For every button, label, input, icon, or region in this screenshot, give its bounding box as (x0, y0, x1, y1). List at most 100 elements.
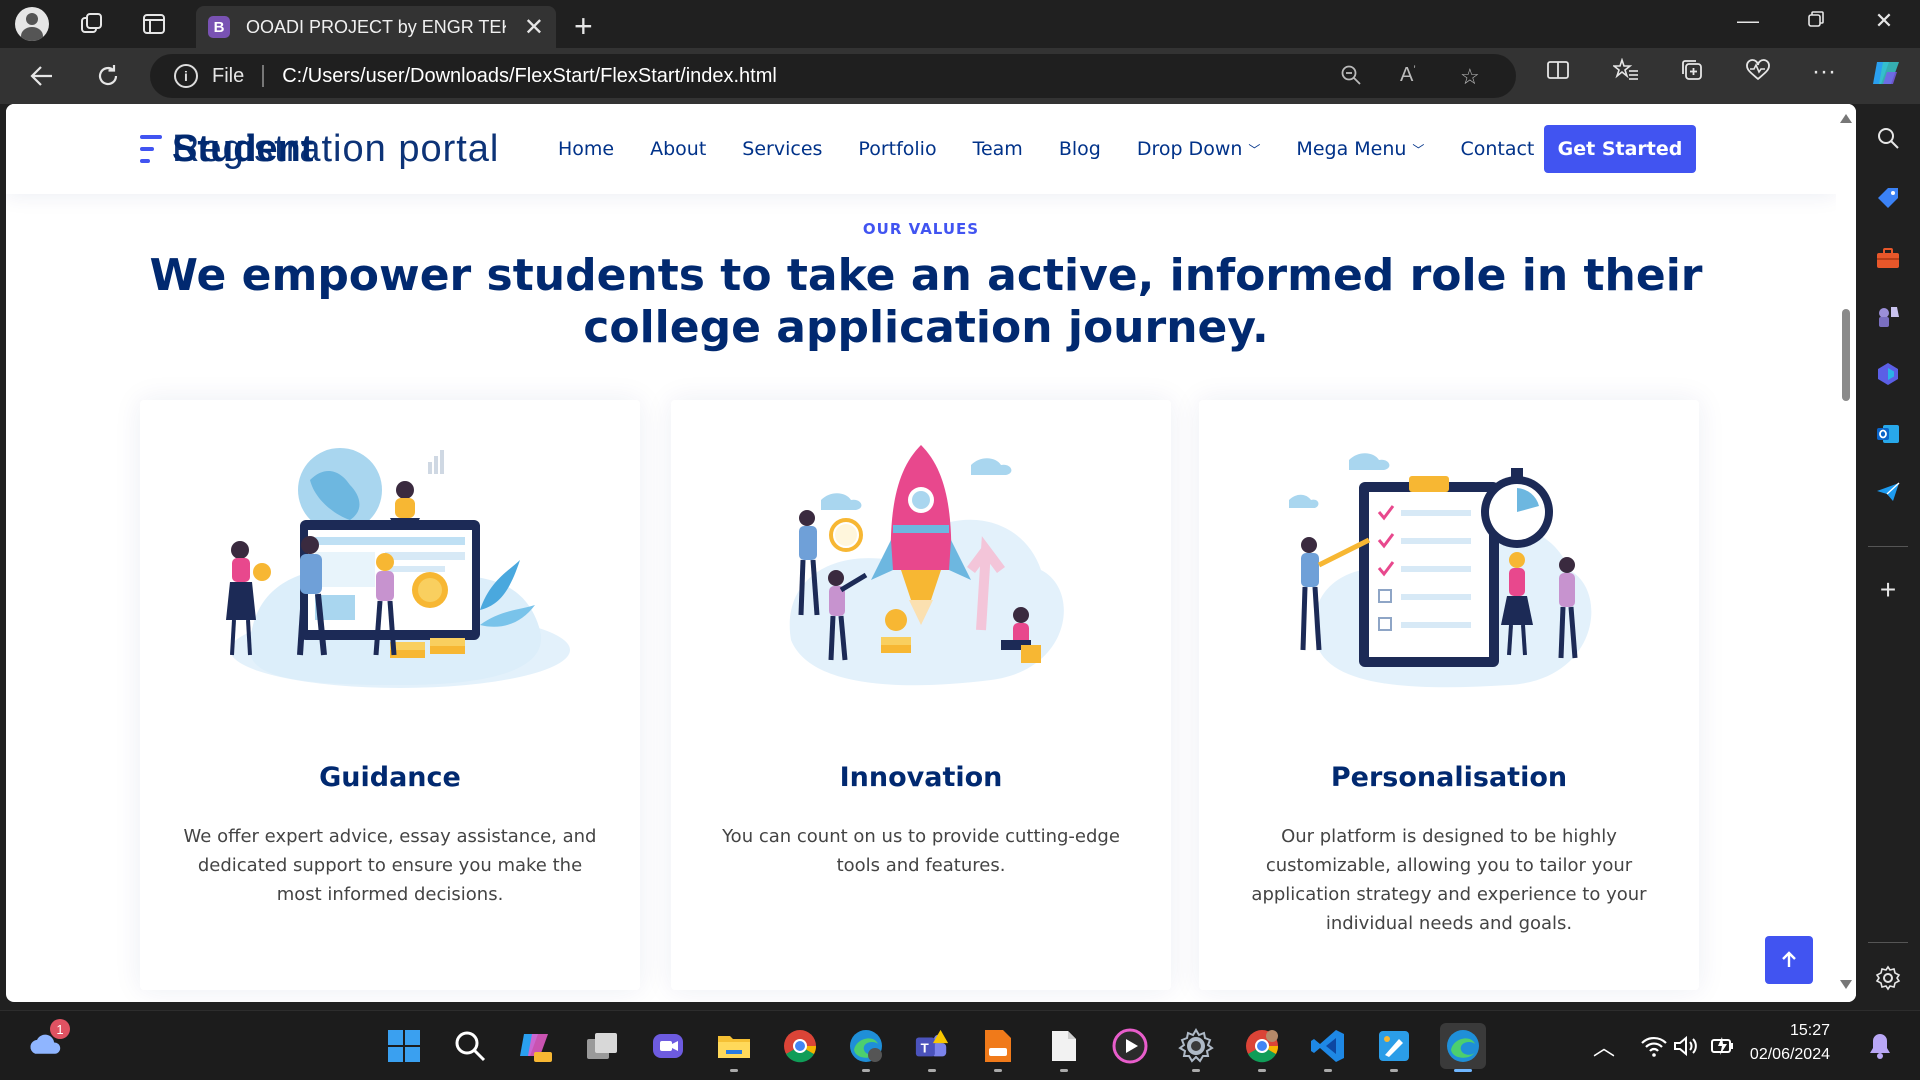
card-title: Guidance (319, 762, 461, 793)
nav-about[interactable]: About (650, 138, 706, 160)
profile-icon[interactable] (14, 6, 50, 42)
paint-icon[interactable] (1376, 1028, 1412, 1064)
site-info-icon[interactable]: i (174, 64, 198, 88)
close-window-icon[interactable]: ✕ (1864, 8, 1904, 34)
back-to-top-button[interactable] (1765, 936, 1813, 984)
settings-gear-icon[interactable] (1178, 1028, 1214, 1064)
chrome-profile-icon[interactable] (1244, 1028, 1280, 1064)
browser-essentials-icon[interactable] (1740, 58, 1776, 89)
url-text[interactable]: C:/Users/user/Downloads/FlexStart/FlexSt… (282, 65, 777, 88)
running-indicator (994, 1069, 1002, 1072)
settings-gear-icon[interactable] (1872, 962, 1904, 994)
tools-briefcase-icon[interactable] (1872, 242, 1904, 274)
collections-icon[interactable] (1674, 58, 1710, 89)
page-scrollbar[interactable] (1836, 104, 1856, 1002)
copilot-pre-icon[interactable] (518, 1028, 554, 1064)
games-icon[interactable] (1872, 300, 1904, 332)
outlook-icon[interactable] (1872, 418, 1904, 450)
tab-actions-icon[interactable] (136, 6, 172, 42)
nav-drop-down[interactable]: Drop Down ﹀ (1137, 138, 1261, 160)
new-tab-button[interactable]: + (574, 8, 593, 45)
task-view-icon[interactable] (584, 1028, 620, 1064)
get-started-button[interactable]: Get Started (1544, 125, 1696, 173)
scroll-up-arrow-icon[interactable] (1840, 114, 1852, 123)
battery-charging-icon[interactable] (1706, 1028, 1742, 1064)
close-tab-icon[interactable]: ✕ (524, 13, 544, 42)
nav-team[interactable]: Team (973, 138, 1023, 160)
nav-drop-down-label: Drop Down (1136, 138, 1243, 160)
nav-contact[interactable]: Contact (1460, 138, 1534, 160)
address-toolbar: i File C:/Users/user/Downloads/FlexStart… (0, 48, 1920, 104)
shopping-tag-icon[interactable] (1872, 182, 1904, 214)
clock-date[interactable]: 02/06/2024 (1740, 1046, 1830, 1064)
chat-meet-icon[interactable] (650, 1028, 686, 1064)
site-logo[interactable]: Student Registration portal (140, 126, 512, 172)
chrome-icon[interactable] (782, 1028, 818, 1064)
browser-tab-bar: B OOADI PROJECT by ENGR TEKO ✕ + — ✕ (0, 0, 1920, 48)
nav-mega-menu[interactable]: Mega Menu ﹀ (1296, 138, 1424, 160)
volume-icon[interactable] (1668, 1028, 1704, 1064)
address-bar[interactable]: i File C:/Users/user/Downloads/FlexStart… (150, 54, 1516, 98)
card-text: You can count on us to provide cutting-e… (722, 826, 1120, 876)
search-icon[interactable] (452, 1028, 488, 1064)
edge-profile-icon[interactable] (848, 1028, 884, 1064)
workspaces-icon[interactable] (74, 6, 110, 42)
edge-browser-icon[interactable] (1440, 1023, 1486, 1069)
nav-blog[interactable]: Blog (1059, 138, 1101, 160)
value-card-personalisation: Personalisation Our platform is designed… (1199, 400, 1699, 990)
url-separator (262, 65, 265, 87)
add-sidebar-app-icon[interactable]: + (1872, 574, 1904, 606)
card-title: Personalisation (1330, 762, 1568, 793)
nav-home-label: Home (558, 138, 615, 160)
scrollbar-thumb[interactable] (1842, 309, 1850, 401)
restore-icon[interactable] (1796, 8, 1836, 34)
nav-portfolio-label: Portfolio (858, 138, 937, 160)
wifi-icon[interactable] (1636, 1028, 1672, 1064)
running-indicator (928, 1069, 936, 1072)
refresh-icon[interactable] (90, 58, 126, 94)
running-indicator (1192, 1069, 1200, 1072)
favorite-star-icon[interactable]: ☆ (1460, 64, 1480, 90)
nav-contact-label: Contact (1460, 138, 1535, 160)
value-card-innovation: Innovation You can count on us to provid… (671, 400, 1171, 990)
read-aloud-icon[interactable]: Aʼ (1400, 64, 1416, 87)
notepad-icon[interactable] (1046, 1028, 1082, 1064)
telegram-send-icon[interactable] (1872, 476, 1904, 508)
back-icon[interactable] (24, 58, 60, 94)
teams-icon[interactable]: T (914, 1028, 950, 1064)
file-explorer-icon[interactable] (716, 1028, 752, 1064)
start-windows-icon[interactable] (386, 1028, 422, 1064)
edge-sidebar: + (1856, 104, 1920, 1010)
notification-bell-icon[interactable] (1862, 1028, 1898, 1064)
microsoft-365-icon[interactable] (1872, 358, 1904, 390)
running-indicator (1390, 1069, 1398, 1072)
bootstrap-favicon-icon: B (208, 16, 230, 38)
split-screen-icon[interactable] (1540, 58, 1576, 89)
running-indicator (730, 1069, 738, 1072)
scroll-down-arrow-icon[interactable] (1840, 980, 1852, 989)
vscode-icon[interactable] (1310, 1028, 1346, 1064)
nav-blog-label: Blog (1058, 138, 1101, 160)
active-tab[interactable]: B OOADI PROJECT by ENGR TEKO ✕ (196, 6, 556, 48)
logo-text: Student Registration portal (172, 126, 512, 172)
card-title: Innovation (839, 762, 1003, 793)
clock-time[interactable]: 15:27 (1740, 1022, 1830, 1040)
url-scheme-label: File (212, 64, 245, 87)
nav-services[interactable]: Services (742, 138, 822, 160)
rocket-launch-illustration (789, 445, 1064, 686)
favorites-icon[interactable] (1608, 57, 1644, 89)
media-player-icon[interactable] (1112, 1028, 1148, 1064)
zoom-icon[interactable] (1340, 64, 1362, 92)
nav-mega-menu-label: Mega Menu (1296, 138, 1407, 160)
nav-portfolio[interactable]: Portfolio (858, 138, 936, 160)
more-menu-icon[interactable]: ··· (1806, 58, 1842, 86)
nav-team-label: Team (972, 138, 1023, 160)
tab-title: OOADI PROJECT by ENGR TEKO (246, 16, 506, 37)
running-indicator (1258, 1069, 1266, 1072)
search-icon[interactable] (1872, 122, 1904, 154)
copilot-icon[interactable] (1868, 56, 1904, 97)
minimize-icon[interactable]: — (1728, 8, 1768, 34)
pdf-editor-icon[interactable] (980, 1028, 1016, 1064)
nav-home[interactable]: Home (558, 138, 614, 160)
chevron-up-icon[interactable]: ︿ (1586, 1028, 1622, 1064)
